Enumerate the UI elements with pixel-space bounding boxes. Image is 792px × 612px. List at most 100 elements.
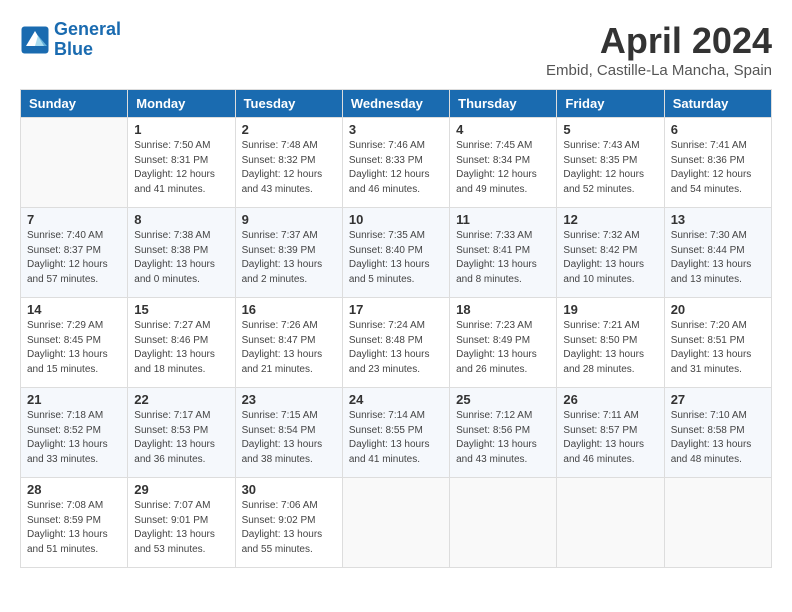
- sunset-text: Sunset: 8:59 PM: [27, 515, 101, 526]
- sunrise-text: Sunrise: 7:37 AM: [242, 230, 318, 241]
- sunrise-text: Sunrise: 7:43 AM: [563, 140, 639, 151]
- sunset-text: Sunset: 8:38 PM: [134, 245, 208, 256]
- page-header: General Blue April 2024 Embid, Castille-…: [20, 20, 772, 79]
- sunset-text: Sunset: 8:39 PM: [242, 245, 316, 256]
- day-info: Sunrise: 7:50 AM Sunset: 8:31 PM Dayligh…: [134, 139, 228, 197]
- day-number: 9: [242, 212, 336, 227]
- sunset-text: Sunset: 8:50 PM: [563, 335, 637, 346]
- calendar-table: SundayMondayTuesdayWednesdayThursdayFrid…: [20, 89, 772, 568]
- daylight-text: Daylight: 13 hours and 33 minutes.: [27, 439, 108, 465]
- weekday-header: Thursday: [450, 90, 557, 118]
- day-number: 19: [563, 302, 657, 317]
- calendar-day-cell: 22 Sunrise: 7:17 AM Sunset: 8:53 PM Dayl…: [128, 388, 235, 478]
- logo-icon: [20, 25, 50, 55]
- day-number: 2: [242, 122, 336, 137]
- calendar-day-cell: 25 Sunrise: 7:12 AM Sunset: 8:56 PM Dayl…: [450, 388, 557, 478]
- calendar-day-cell: 11 Sunrise: 7:33 AM Sunset: 8:41 PM Dayl…: [450, 208, 557, 298]
- day-info: Sunrise: 7:29 AM Sunset: 8:45 PM Dayligh…: [27, 319, 121, 377]
- sunrise-text: Sunrise: 7:35 AM: [349, 230, 425, 241]
- daylight-text: Daylight: 12 hours and 43 minutes.: [242, 169, 323, 195]
- day-number: 21: [27, 392, 121, 407]
- day-number: 1: [134, 122, 228, 137]
- day-number: 7: [27, 212, 121, 227]
- day-info: Sunrise: 7:32 AM Sunset: 8:42 PM Dayligh…: [563, 229, 657, 287]
- day-info: Sunrise: 7:17 AM Sunset: 8:53 PM Dayligh…: [134, 409, 228, 467]
- day-info: Sunrise: 7:20 AM Sunset: 8:51 PM Dayligh…: [671, 319, 765, 377]
- day-info: Sunrise: 7:35 AM Sunset: 8:40 PM Dayligh…: [349, 229, 443, 287]
- sunrise-text: Sunrise: 7:06 AM: [242, 500, 318, 511]
- day-number: 26: [563, 392, 657, 407]
- sunset-text: Sunset: 8:34 PM: [456, 155, 530, 166]
- calendar-day-cell: 15 Sunrise: 7:27 AM Sunset: 8:46 PM Dayl…: [128, 298, 235, 388]
- sunset-text: Sunset: 8:33 PM: [349, 155, 423, 166]
- day-number: 23: [242, 392, 336, 407]
- sunset-text: Sunset: 8:41 PM: [456, 245, 530, 256]
- calendar-day-cell: 5 Sunrise: 7:43 AM Sunset: 8:35 PM Dayli…: [557, 118, 664, 208]
- day-info: Sunrise: 7:15 AM Sunset: 8:54 PM Dayligh…: [242, 409, 336, 467]
- sunset-text: Sunset: 8:35 PM: [563, 155, 637, 166]
- calendar-day-cell: [557, 478, 664, 568]
- day-number: 14: [27, 302, 121, 317]
- daylight-text: Daylight: 13 hours and 5 minutes.: [349, 259, 430, 285]
- sunrise-text: Sunrise: 7:15 AM: [242, 410, 318, 421]
- sunrise-text: Sunrise: 7:11 AM: [563, 410, 638, 421]
- sunrise-text: Sunrise: 7:48 AM: [242, 140, 318, 151]
- day-info: Sunrise: 7:45 AM Sunset: 8:34 PM Dayligh…: [456, 139, 550, 197]
- day-number: 22: [134, 392, 228, 407]
- weekday-header: Tuesday: [235, 90, 342, 118]
- calendar-day-cell: 7 Sunrise: 7:40 AM Sunset: 8:37 PM Dayli…: [21, 208, 128, 298]
- weekday-header: Saturday: [664, 90, 771, 118]
- calendar-week-row: 1 Sunrise: 7:50 AM Sunset: 8:31 PM Dayli…: [21, 118, 772, 208]
- sunset-text: Sunset: 8:31 PM: [134, 155, 208, 166]
- sunset-text: Sunset: 8:58 PM: [671, 425, 745, 436]
- sunset-text: Sunset: 8:44 PM: [671, 245, 745, 256]
- sunset-text: Sunset: 8:36 PM: [671, 155, 745, 166]
- day-info: Sunrise: 7:43 AM Sunset: 8:35 PM Dayligh…: [563, 139, 657, 197]
- day-number: 15: [134, 302, 228, 317]
- weekday-header: Wednesday: [342, 90, 449, 118]
- day-number: 13: [671, 212, 765, 227]
- sunset-text: Sunset: 8:55 PM: [349, 425, 423, 436]
- sunrise-text: Sunrise: 7:07 AM: [134, 500, 210, 511]
- sunrise-text: Sunrise: 7:08 AM: [27, 500, 103, 511]
- daylight-text: Daylight: 13 hours and 31 minutes.: [671, 349, 752, 375]
- day-number: 30: [242, 482, 336, 497]
- day-info: Sunrise: 7:38 AM Sunset: 8:38 PM Dayligh…: [134, 229, 228, 287]
- day-number: 24: [349, 392, 443, 407]
- sunset-text: Sunset: 8:40 PM: [349, 245, 423, 256]
- calendar-day-cell: [664, 478, 771, 568]
- day-number: 18: [456, 302, 550, 317]
- day-info: Sunrise: 7:48 AM Sunset: 8:32 PM Dayligh…: [242, 139, 336, 197]
- calendar-day-cell: 4 Sunrise: 7:45 AM Sunset: 8:34 PM Dayli…: [450, 118, 557, 208]
- sunrise-text: Sunrise: 7:12 AM: [456, 410, 532, 421]
- weekday-header: Friday: [557, 90, 664, 118]
- sunrise-text: Sunrise: 7:26 AM: [242, 320, 318, 331]
- daylight-text: Daylight: 13 hours and 10 minutes.: [563, 259, 644, 285]
- day-number: 16: [242, 302, 336, 317]
- day-info: Sunrise: 7:41 AM Sunset: 8:36 PM Dayligh…: [671, 139, 765, 197]
- title-block: April 2024 Embid, Castille-La Mancha, Sp…: [546, 20, 772, 79]
- day-info: Sunrise: 7:18 AM Sunset: 8:52 PM Dayligh…: [27, 409, 121, 467]
- calendar-day-cell: 29 Sunrise: 7:07 AM Sunset: 9:01 PM Dayl…: [128, 478, 235, 568]
- calendar-day-cell: 28 Sunrise: 7:08 AM Sunset: 8:59 PM Dayl…: [21, 478, 128, 568]
- sunrise-text: Sunrise: 7:24 AM: [349, 320, 425, 331]
- sunset-text: Sunset: 8:42 PM: [563, 245, 637, 256]
- calendar-day-cell: 16 Sunrise: 7:26 AM Sunset: 8:47 PM Dayl…: [235, 298, 342, 388]
- sunset-text: Sunset: 8:37 PM: [27, 245, 101, 256]
- daylight-text: Daylight: 13 hours and 38 minutes.: [242, 439, 323, 465]
- logo-line2: Blue: [54, 39, 93, 59]
- sunrise-text: Sunrise: 7:41 AM: [671, 140, 747, 151]
- calendar-day-cell: 9 Sunrise: 7:37 AM Sunset: 8:39 PM Dayli…: [235, 208, 342, 298]
- sunset-text: Sunset: 8:53 PM: [134, 425, 208, 436]
- sunrise-text: Sunrise: 7:29 AM: [27, 320, 103, 331]
- day-number: 11: [456, 212, 550, 227]
- calendar-week-row: 28 Sunrise: 7:08 AM Sunset: 8:59 PM Dayl…: [21, 478, 772, 568]
- calendar-day-cell: 27 Sunrise: 7:10 AM Sunset: 8:58 PM Dayl…: [664, 388, 771, 478]
- day-number: 3: [349, 122, 443, 137]
- sunrise-text: Sunrise: 7:21 AM: [563, 320, 639, 331]
- sunrise-text: Sunrise: 7:18 AM: [27, 410, 103, 421]
- day-number: 12: [563, 212, 657, 227]
- sunrise-text: Sunrise: 7:30 AM: [671, 230, 747, 241]
- day-info: Sunrise: 7:46 AM Sunset: 8:33 PM Dayligh…: [349, 139, 443, 197]
- sunrise-text: Sunrise: 7:14 AM: [349, 410, 425, 421]
